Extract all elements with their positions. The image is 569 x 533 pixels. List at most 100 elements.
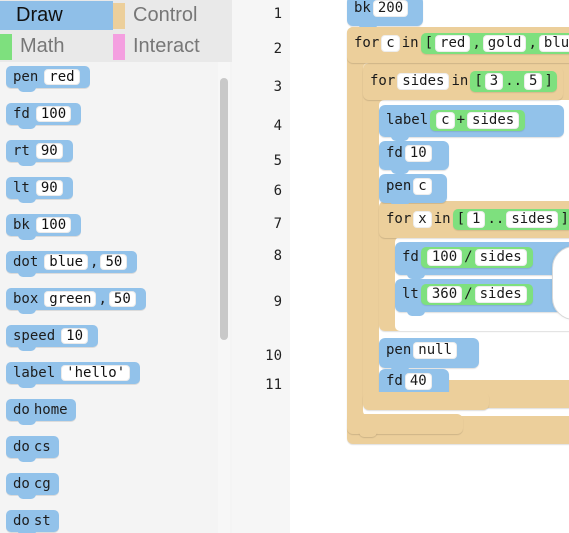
block-for-c-variable[interactable]: c [381, 35, 400, 52]
palette-block-box[interactable]: box green, 50 [6, 288, 146, 314]
range-start-one[interactable]: 1 [467, 211, 486, 228]
list-item[interactable]: do cg [0, 473, 232, 510]
block-fd-div-keyword: fd [402, 249, 419, 265]
line-number: 1 [273, 6, 282, 22]
range-end-value[interactable]: 5 [524, 73, 543, 90]
block-pen-c[interactable]: pen c [379, 174, 447, 207]
palette-block-label[interactable]: label 'hello' [6, 362, 141, 388]
block-for-x-variable[interactable]: x [413, 211, 432, 228]
block-label[interactable]: label c + sides [379, 105, 564, 141]
palette-block-dot-keyword: dot [13, 254, 39, 270]
block-label-expression[interactable]: c + sides [430, 110, 526, 131]
block-for-c-list[interactable]: [ red , gold , blue ] [420, 33, 569, 54]
divide-denominator-sides[interactable]: sides [474, 286, 527, 303]
list-item[interactable]: do st [0, 510, 232, 533]
palette-tab-interact[interactable]: Interact [113, 32, 232, 61]
palette-tab-control-label: Control [133, 4, 198, 26]
list-item[interactable]: do home [0, 399, 232, 436]
block-fd-40-value[interactable]: 40 [404, 373, 432, 390]
block-pen-null[interactable]: pen null [379, 338, 479, 372]
block-fd-div[interactable]: fd 100 / sides [395, 242, 569, 279]
palette-block-pen-arg0[interactable]: red [44, 69, 80, 85]
list-item[interactable]: do cs [0, 436, 232, 473]
palette-block-lt-arg0[interactable]: 90 [35, 180, 63, 196]
list-item[interactable]: box green, 50 [0, 288, 232, 325]
block-palette: Draw Control Math Interact pen red fd 10… [0, 0, 232, 533]
divide-operator: / [464, 249, 473, 265]
palette-block-pen[interactable]: pen red [6, 66, 90, 92]
palette-block-lt[interactable]: lt 90 [6, 177, 73, 203]
block-fd-10[interactable]: fd 10 [379, 141, 449, 174]
block-pen-null-value[interactable]: null [413, 342, 458, 359]
line-number: 9 [273, 294, 282, 310]
block-for-sides-variable[interactable]: sides [397, 73, 450, 90]
block-pen-c-value[interactable]: c [413, 178, 432, 195]
palette-block-fd[interactable]: fd 100 [6, 103, 82, 129]
list-item-gold[interactable]: gold [482, 35, 527, 52]
block-for-x-range[interactable]: [ 1 .. sides ] [452, 209, 569, 230]
palette-block-bk[interactable]: bk 100 [6, 214, 82, 240]
palette-block-speed-arg0[interactable]: 10 [61, 328, 89, 344]
side-output-panel[interactable] [552, 246, 569, 320]
list-item[interactable]: rt 90 [0, 140, 232, 177]
list-item[interactable]: pen red [0, 66, 232, 103]
palette-block-do-cs[interactable]: do cs [6, 436, 59, 462]
range-open-bracket: [ [456, 211, 466, 227]
expression-operand-c[interactable]: c [436, 112, 455, 129]
palette-block-do-cg-value: cg [33, 476, 51, 492]
list-item[interactable]: fd 100 [0, 103, 232, 140]
palette-block-speed[interactable]: speed 10 [6, 325, 99, 351]
palette-block-rt-arg0[interactable]: 90 [35, 143, 63, 159]
block-bk-value[interactable]: 200 [372, 0, 409, 17]
palette-block-bk-arg0[interactable]: 100 [35, 217, 72, 233]
palette-block-rt-keyword: rt [13, 143, 30, 159]
palette-block-box-arg0[interactable]: green [44, 291, 97, 307]
block-lt-div-keyword: lt [402, 286, 419, 302]
block-fd-10-value[interactable]: 10 [404, 145, 432, 162]
list-open-bracket: [ [424, 35, 434, 51]
palette-block-dot[interactable]: dot blue, 50 [6, 251, 138, 277]
palette-scrollbar-thumb[interactable] [220, 78, 228, 340]
range-end-sides[interactable]: sides [506, 211, 559, 228]
palette-tab-math-label: Math [20, 35, 65, 57]
divide-denominator-sides[interactable]: sides [474, 249, 527, 266]
block-lt-div-expression[interactable]: 360 / sides [420, 284, 533, 305]
list-item[interactable]: speed 10 [0, 325, 232, 362]
palette-block-box-arg1[interactable]: 50 [108, 291, 136, 307]
palette-tab-math[interactable]: Math [0, 32, 113, 61]
list-item[interactable]: dot blue, 50 [0, 251, 232, 288]
block-for-c[interactable]: for c in [ red , gold , blue ] [347, 27, 569, 63]
divide-numerator-100[interactable]: 100 [426, 249, 463, 266]
code-canvas[interactable]: bk 200 for c in [ red , gold , blue ] [290, 0, 569, 533]
expression-operand-sides[interactable]: sides [467, 112, 520, 129]
palette-tab-control[interactable]: Control [113, 1, 232, 30]
list-item-red[interactable]: red [435, 35, 471, 52]
block-bk[interactable]: bk 200 [347, 0, 423, 30]
palette-block-label-arg0[interactable]: 'hello' [61, 365, 131, 381]
math-color-swatch [0, 33, 12, 60]
for-sides-closing-tail [363, 392, 489, 410]
list-item[interactable]: lt 90 [0, 177, 232, 214]
range-start-value[interactable]: 3 [484, 73, 504, 90]
palette-block-list[interactable]: pen red fd 100 rt 90 lt 90 bk 100 dot bl… [0, 62, 232, 533]
palette-block-fd-arg0[interactable]: 100 [35, 106, 72, 122]
block-fd-div-expression[interactable]: 100 / sides [420, 247, 533, 268]
block-lt-div[interactable]: lt 360 / sides [395, 279, 569, 316]
line-number: 11 [265, 377, 282, 393]
block-for-sides-range[interactable]: [ 3 .. 5 ] [470, 71, 557, 92]
block-for-x[interactable]: for x in [ 1 .. sides ] [379, 204, 569, 238]
palette-block-dot-arg1[interactable]: 50 [100, 254, 128, 270]
palette-block-do-cg[interactable]: do cg [6, 473, 59, 499]
list-item[interactable]: bk 100 [0, 214, 232, 251]
palette-block-dot-arg0[interactable]: blue [44, 254, 89, 270]
list-item-blue[interactable]: blue [538, 35, 569, 52]
block-for-sides[interactable]: for sides in [ 3 .. 5 ] [363, 66, 563, 100]
palette-block-do-cg-keyword: do [13, 476, 30, 492]
palette-block-rt[interactable]: rt 90 [6, 140, 73, 166]
list-item[interactable]: label 'hello' [0, 362, 232, 399]
palette-tab-draw[interactable]: Draw [0, 1, 113, 30]
divide-numerator-360[interactable]: 360 [426, 286, 463, 303]
block-editor[interactable]: 1 2 3 4 5 6 7 8 9 10 11 bk 200 for c in … [232, 0, 569, 533]
palette-block-do-st[interactable]: do st [6, 510, 59, 533]
palette-block-do-home[interactable]: do home [6, 399, 76, 425]
